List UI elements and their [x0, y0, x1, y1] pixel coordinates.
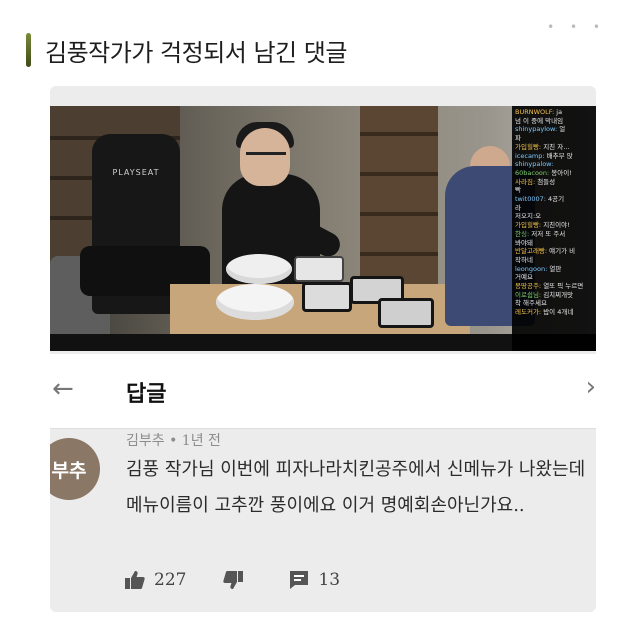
chat-text: 4공기: [548, 195, 565, 204]
chat-message: 파: [515, 134, 593, 143]
food-bowl: [226, 254, 292, 284]
comment-author-meta: 김부추 • 1년 전: [126, 433, 221, 449]
reply-action[interactable]: 13: [288, 570, 340, 590]
title-accent-bar: [26, 33, 31, 67]
post-title: 김풍작가가 걱정되서 남긴 댓글: [45, 38, 347, 67]
food-bowl: [216, 284, 294, 320]
comment-icon[interactable]: [288, 570, 310, 590]
chat-message: 반달고래빵: 얘기가 비: [515, 247, 593, 256]
chat-username[interactable]: 레도커가:: [515, 308, 543, 316]
chat-message: 라: [515, 204, 593, 213]
like-action[interactable]: 227: [124, 570, 186, 590]
chair-brand-label: PLAYSEAT: [112, 168, 160, 177]
chat-username[interactable]: 사라짐:: [515, 178, 537, 186]
chat-text: 지친이야!: [543, 221, 570, 230]
chat-message: 봐야돼: [515, 239, 593, 248]
live-chat-panel: BURNWOLF: ja 넘 이 중에 막내임 shinypaylow: 얼 파 가입힐…: [512, 106, 596, 351]
chat-text: 파: [515, 134, 521, 143]
reply-count: 13: [318, 570, 341, 590]
chat-message: 이로쉽님: 김치찌개맛: [515, 291, 593, 300]
like-count: 227: [154, 570, 187, 590]
chat-username[interactable]: 몽땅공주:: [515, 282, 543, 290]
food-container: [302, 282, 352, 312]
chat-username[interactable]: 가입힐빵:: [515, 221, 543, 229]
chat-username[interactable]: 반달고래빵:: [515, 247, 549, 255]
avatar[interactable]: 부추: [50, 438, 100, 500]
comment: 부추 김부추 • 1년 전 김풍 작가님 이번에 피자나라치킨공주에서 신메뉴가…: [50, 428, 596, 612]
chat-text: 얼: [559, 125, 566, 134]
chat-message: 작하네: [515, 256, 593, 265]
screenshot-capture: PLAYSEAT BURNWOLF: ja 넘 이 중에 막내임 shinypayl…: [50, 86, 596, 612]
chat-text: 지친 자…: [543, 142, 570, 151]
chat-text: 거예요: [515, 273, 533, 282]
bookshelf-middle: [360, 106, 438, 291]
reply-header-bar: ← 답글 ›: [50, 354, 596, 428]
comment-actions: 227 13: [124, 570, 376, 590]
chat-username[interactable]: 가입힐빵:: [515, 143, 543, 151]
streamer-glasses: [246, 152, 286, 164]
chat-message: 가입힐빵: 지친 자…: [515, 143, 593, 152]
chat-username[interactable]: BURNWOLF:: [515, 108, 556, 116]
chat-text: 열또 픽 누르면: [543, 282, 584, 291]
chat-text: ja: [556, 108, 563, 116]
chat-username[interactable]: shinypaylow:: [515, 125, 559, 133]
chat-username[interactable]: twit0007:: [515, 195, 548, 203]
chat-text: 얘기가 비: [549, 247, 576, 256]
chat-text: 봉아이!: [551, 168, 572, 177]
food-container: [294, 256, 344, 282]
comment-text: 김풍 작가님 이번에 피자나라치킨공주에서 신메뉴가 나왔는데 메뉴이름이 고추…: [126, 459, 586, 516]
chat-message: leongoon: 열판: [515, 265, 593, 274]
chat-username[interactable]: 60bacoon:: [515, 169, 551, 177]
chat-message: BURNWOLF: ja: [515, 108, 593, 117]
more-dots-icon[interactable]: • • •: [547, 20, 606, 34]
chat-text: 밥이 4개네: [543, 308, 574, 317]
chat-message: 60bacoon: 봉아이!: [515, 169, 593, 178]
thumbs-up-icon[interactable]: [124, 570, 146, 590]
chat-message: 가입힐빵: 지친이야!: [515, 221, 593, 230]
chat-username[interactable]: leongoon:: [515, 265, 549, 273]
chat-text: 작하네: [515, 255, 533, 264]
chat-message: 착 해주세요: [515, 299, 593, 308]
chat-message: icecamp: 배추부 앉: [515, 152, 593, 161]
chat-text: 열판: [549, 264, 562, 273]
chat-text: 라: [515, 203, 521, 212]
chat-message: twit0007: 4공기: [515, 195, 593, 204]
chat-text: 저오지:오: [515, 212, 542, 221]
chat-message: 한싱: 저저 또 주서: [515, 230, 593, 239]
chat-message: 거예요: [515, 273, 593, 282]
chat-text: 착 해주세요: [515, 299, 547, 308]
chevron-right-icon[interactable]: ›: [586, 372, 596, 402]
chat-message: 빡: [515, 186, 593, 195]
chat-text: 빡: [515, 186, 521, 195]
chat-text: 첨들성: [537, 177, 556, 186]
chat-username[interactable]: 한싱:: [515, 230, 531, 238]
chat-message: 넘 이 중에 막내임: [515, 117, 593, 126]
back-arrow-icon[interactable]: ←: [52, 374, 74, 404]
stream-video-frame[interactable]: PLAYSEAT BURNWOLF: ja 넘 이 중에 막내임 shinypayl…: [50, 106, 596, 351]
reply-header-title: 답글: [126, 382, 167, 407]
chat-message: 레도커가: 밥이 4개네: [515, 308, 593, 317]
chat-message: shinypalow:: [515, 160, 593, 169]
dislike-action[interactable]: [222, 570, 252, 590]
chat-text: 봐야돼: [515, 238, 533, 247]
chat-username[interactable]: 이로쉽님:: [515, 291, 543, 299]
thumbs-down-icon[interactable]: [222, 570, 244, 590]
chat-text: 김치찌개맛: [543, 290, 574, 299]
chat-text: 저저 또 주서: [531, 229, 566, 238]
chat-message: shinypaylow: 얼: [515, 125, 593, 134]
chat-text: 넘 이 중에 막내임: [515, 116, 564, 125]
post-header: 김풍작가가 걱정되서 남긴 댓글: [26, 28, 347, 72]
chat-text: 배추부 앉: [546, 151, 573, 160]
chat-username[interactable]: shinypalow:: [515, 160, 553, 168]
chat-message: 사라짐: 첨들성: [515, 178, 593, 187]
chat-username[interactable]: icecamp:: [515, 152, 547, 160]
chat-message: 몽땅공주: 열또 픽 누르면: [515, 282, 593, 291]
chat-message: 저오지:오: [515, 212, 593, 221]
food-container: [378, 298, 434, 328]
